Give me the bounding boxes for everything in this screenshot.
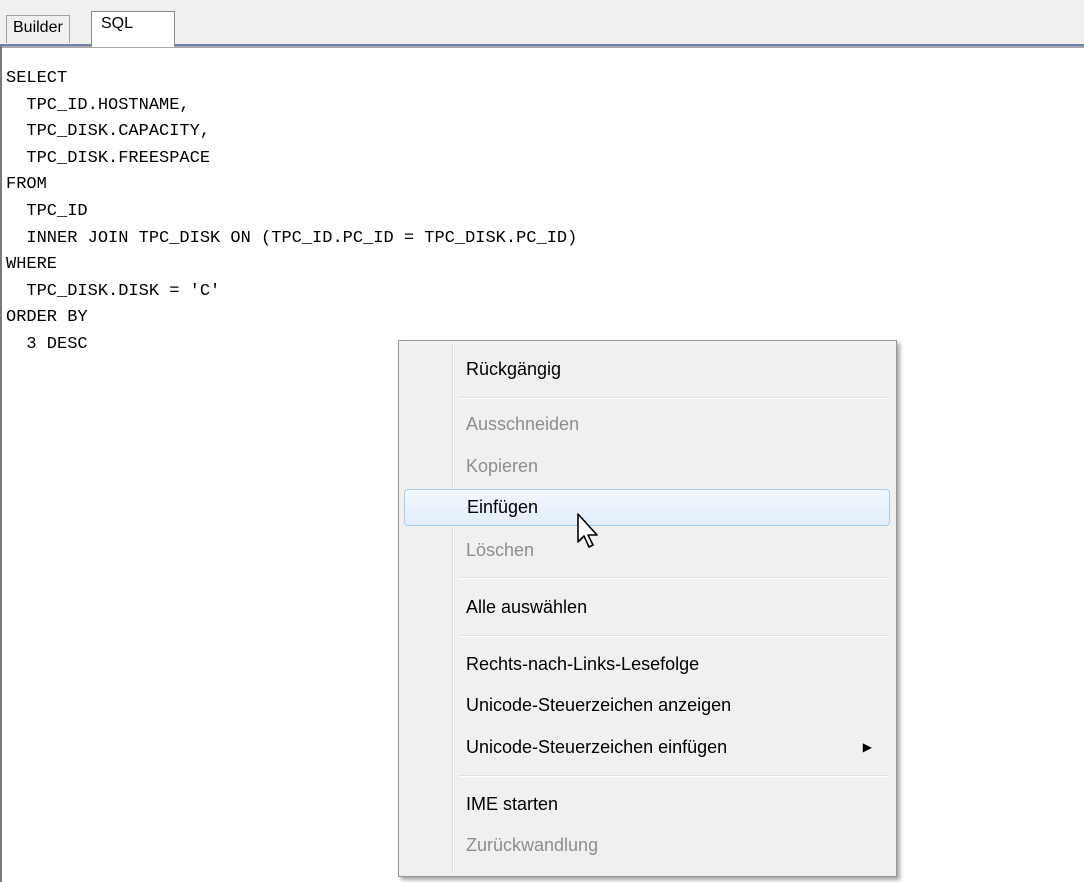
menu-item-label: Zurückwandlung bbox=[466, 835, 599, 855]
menu-item-label: Unicode-Steuerzeichen einfügen bbox=[466, 737, 728, 757]
code-line: TPC_ID bbox=[6, 201, 88, 221]
arrow-right-icon: ▶ bbox=[862, 740, 872, 754]
menu-separator bbox=[459, 775, 889, 777]
menu-item-undo[interactable]: Rückgängig bbox=[403, 351, 892, 387]
menu-item-label: Rechts-nach-Links-Lesefolge bbox=[466, 654, 700, 674]
tab-builder-label: Builder bbox=[13, 19, 63, 36]
menu-separator bbox=[459, 577, 889, 579]
code-line: SELECT bbox=[6, 69, 68, 88]
menu-item-label: Rückgängig bbox=[466, 359, 562, 379]
code-line: TPC_DISK.CAPACITY, bbox=[6, 122, 211, 142]
menu-item-cut[interactable]: Ausschneiden bbox=[403, 406, 892, 442]
context-menu: Rückgängig Ausschneiden Kopieren Einfüge… bbox=[398, 340, 897, 877]
code-line: TPC_DISK.DISK = 'C' bbox=[6, 281, 221, 301]
menu-item-show-unicode-control-chars[interactable]: Unicode-Steuerzeichen anzeigen bbox=[403, 687, 892, 723]
menu-item-label: Alle auswählen bbox=[466, 597, 588, 617]
tab-strip: Builder SQL bbox=[0, 0, 1084, 47]
code-line: TPC_DISK.FREESPACE bbox=[6, 148, 211, 168]
code-line: FROM bbox=[6, 175, 47, 195]
menu-item-open-ime[interactable]: IME starten bbox=[403, 786, 892, 822]
menu-item-label: Ausschneiden bbox=[466, 414, 580, 434]
code-line: INNER JOIN TPC_DISK ON (TPC_ID.PC_ID = T… bbox=[6, 228, 578, 248]
menu-item-label: Kopieren bbox=[466, 456, 539, 476]
sql-code[interactable]: SELECT TPC_ID.HOSTNAME, TPC_DISK.CAPACIT… bbox=[6, 66, 577, 359]
tab-sql-label: SQL bbox=[101, 15, 134, 32]
menu-item-label: IME starten bbox=[466, 794, 559, 814]
menu-item-label: Unicode-Steuerzeichen anzeigen bbox=[466, 695, 732, 715]
menu-item-paste[interactable]: Einfügen bbox=[404, 489, 890, 526]
mouse-pointer-icon bbox=[577, 513, 598, 548]
menu-item-copy[interactable]: Kopieren bbox=[403, 448, 892, 484]
menu-item-rtl-reading-order[interactable]: Rechts-nach-Links-Lesefolge bbox=[403, 646, 892, 682]
menu-item-insert-unicode-control-char[interactable]: Unicode-Steuerzeichen einfügen ▶ bbox=[403, 729, 892, 765]
menu-item-label: Löschen bbox=[466, 540, 535, 560]
menu-separator bbox=[459, 635, 889, 637]
tab-builder[interactable]: Builder bbox=[6, 15, 70, 43]
code-line: WHERE bbox=[6, 255, 58, 275]
code-line: ORDER BY bbox=[6, 308, 88, 328]
menu-item-delete[interactable]: Löschen bbox=[403, 532, 892, 568]
tab-sql[interactable]: SQL bbox=[91, 11, 175, 47]
menu-separator bbox=[459, 397, 889, 399]
menu-item-select-all[interactable]: Alle auswählen bbox=[403, 589, 892, 625]
menu-item-reconversion[interactable]: Zurückwandlung bbox=[403, 827, 892, 863]
code-line: TPC_ID.HOSTNAME, bbox=[6, 95, 190, 115]
menu-item-label: Einfügen bbox=[467, 497, 539, 517]
